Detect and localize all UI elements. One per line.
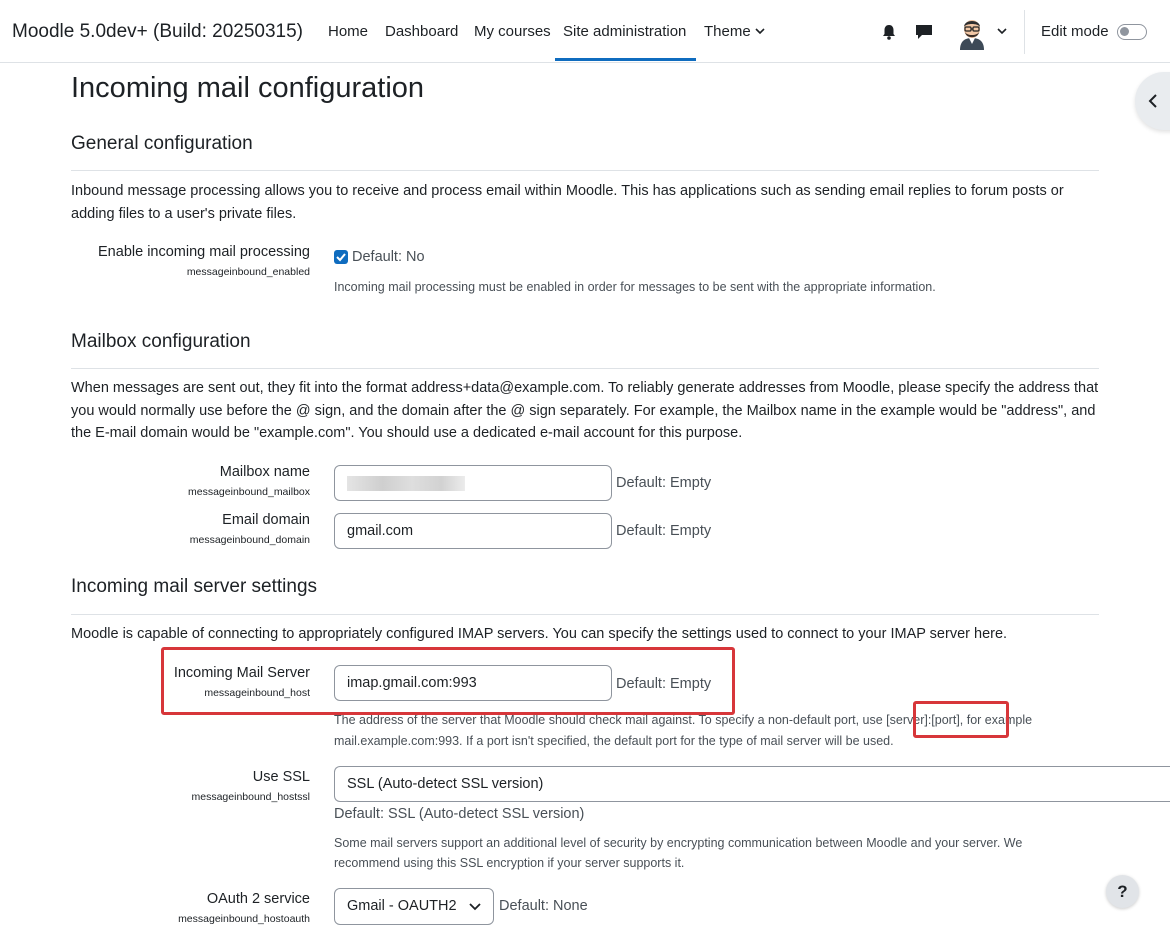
nav-theme-label: Theme: [704, 23, 751, 40]
use-ssl-description-2: recommend using this SSL encryption if y…: [334, 856, 685, 870]
oauth-service-key: messageinbound_hostoauth: [178, 913, 310, 925]
general-intro: Inbound message processing allows you to…: [71, 183, 1064, 222]
toggle-knob: [1120, 27, 1129, 36]
section-divider: [71, 368, 1099, 369]
edit-mode-toggle[interactable]: [1117, 24, 1147, 40]
enable-incoming-default: Default: No: [352, 249, 425, 265]
email-domain-default: Default: Empty: [616, 523, 712, 539]
email-domain-label: Email domain: [222, 512, 310, 528]
top-navbar: Moodle 5.0dev+ (Build: 20250315) Home Da…: [0, 0, 1170, 63]
edit-mode-label: Edit mode: [1041, 23, 1109, 40]
help-button[interactable]: ?: [1106, 875, 1139, 908]
chevron-down-icon[interactable]: [995, 24, 1009, 38]
email-domain-input[interactable]: gmail.com: [334, 513, 612, 549]
section-general-title: General configuration: [71, 133, 253, 154]
nav-site-administration[interactable]: Site administration: [563, 23, 686, 40]
server-intro: Moodle is capable of connecting to appro…: [71, 626, 1008, 642]
chat-icon[interactable]: [914, 23, 934, 41]
user-avatar[interactable]: [954, 14, 990, 50]
bell-icon[interactable]: [880, 23, 898, 41]
oauth-service-default: Default: None: [499, 898, 588, 914]
nav-my-courses[interactable]: My courses: [474, 23, 551, 40]
chevron-left-icon: [1148, 94, 1157, 108]
mail-server-description-2: mail.example.com:993. If a port isn't sp…: [334, 734, 894, 748]
mailbox-name-label: Mailbox name: [219, 464, 310, 480]
enable-incoming-checkbox[interactable]: [334, 250, 348, 264]
section-divider: [71, 614, 1099, 615]
section-divider: [71, 170, 1099, 171]
chevron-down-icon: [469, 903, 481, 911]
highlight-box-mail-server: [161, 647, 735, 715]
nav-theme[interactable]: Theme: [704, 23, 765, 40]
mailbox-intro: When messages are sent out, they fit int…: [71, 380, 1099, 442]
mailbox-name-input[interactable]: [334, 465, 612, 501]
chevron-down-icon: [755, 28, 765, 35]
mailbox-name-key: messageinbound_mailbox: [188, 486, 310, 498]
enable-incoming-description: Incoming mail processing must be enabled…: [334, 280, 936, 294]
active-nav-indicator: [555, 58, 696, 61]
use-ssl-label: Use SSL: [252, 769, 310, 785]
mailbox-name-default: Default: Empty: [616, 475, 712, 491]
nav-dashboard[interactable]: Dashboard: [385, 23, 458, 40]
oauth-service-label: OAuth 2 service: [206, 891, 310, 907]
page-title: Incoming mail configuration: [71, 72, 425, 104]
use-ssl-key: messageinbound_hostssl: [191, 791, 311, 803]
use-ssl-default: Default: SSL (Auto-detect SSL version): [334, 806, 585, 822]
oauth-service-select[interactable]: Gmail - OAUTH2: [334, 888, 494, 925]
oauth-service-value: Gmail - OAUTH2: [347, 898, 457, 914]
section-mailbox-title: Mailbox configuration: [71, 331, 251, 352]
email-domain-key: messageinbound_domain: [189, 534, 310, 546]
check-icon: [336, 253, 346, 262]
enable-incoming-key: messageinbound_enabled: [186, 266, 310, 278]
site-brand[interactable]: Moodle 5.0dev+ (Build: 20250315): [12, 21, 303, 43]
navbar-divider: [1024, 10, 1025, 54]
use-ssl-select[interactable]: SSL (Auto-detect SSL version): [334, 766, 1170, 802]
section-server-title: Incoming mail server settings: [71, 576, 318, 597]
enable-incoming-label: Enable incoming mail processing: [98, 244, 310, 260]
highlight-box-server-port: [913, 701, 1009, 738]
open-drawer-button[interactable]: [1135, 72, 1170, 130]
redacted-value: [347, 476, 465, 491]
nav-home[interactable]: Home: [328, 23, 368, 40]
